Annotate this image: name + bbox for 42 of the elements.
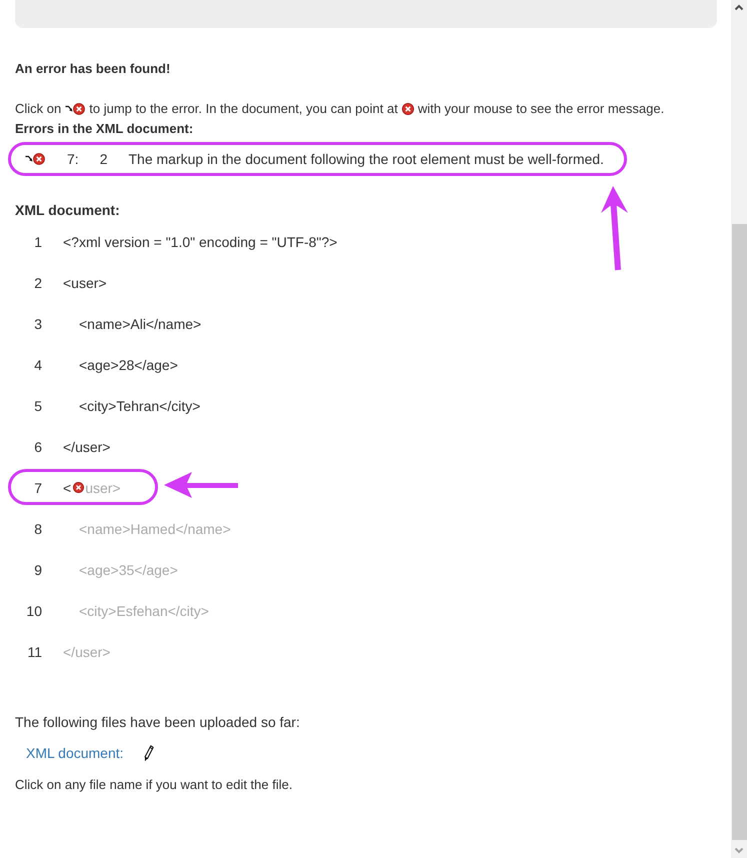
code-text: <name>Hamed</name> bbox=[79, 520, 231, 536]
code-text: <city>Tehran</city> bbox=[79, 398, 200, 414]
error-message: The markup in the document following the root element must be well-formed. bbox=[128, 151, 604, 167]
arrow-error-icon[interactable] bbox=[25, 153, 45, 165]
code-text: <name>Ali</name> bbox=[79, 316, 202, 332]
document-title: XML document: bbox=[15, 202, 121, 218]
code-text: <?xml version = "1.0" encoding = "UTF-8"?> bbox=[63, 234, 338, 250]
uploads-hint: Click on any file name if you want to edit the file. bbox=[15, 777, 294, 792]
line-number: 7 bbox=[33, 480, 42, 496]
line-number: 9 bbox=[33, 562, 42, 578]
code-text: < bbox=[63, 480, 72, 496]
code-text: user> bbox=[85, 480, 121, 496]
code-text: <age>35</age> bbox=[79, 562, 178, 578]
instruction-text: to jump to the error. In the document, you can point at bbox=[89, 101, 398, 116]
error-icon bbox=[402, 102, 414, 114]
line-number: 2 bbox=[33, 274, 42, 290]
scrollbar-thumb[interactable] bbox=[732, 224, 747, 840]
instruction-text: with your mouse to see the error message. bbox=[418, 101, 664, 116]
scrollbar[interactable] bbox=[731, 0, 747, 858]
pencil-icon[interactable] bbox=[144, 744, 154, 762]
code-text: <age>28</age> bbox=[79, 356, 178, 372]
line-number: 1 bbox=[33, 234, 42, 250]
code-text: <user> bbox=[63, 274, 107, 290]
line-number: 10 bbox=[25, 602, 42, 618]
line-number: 5 bbox=[33, 398, 42, 414]
uploads-intro: The following files have been uploaded so far: bbox=[15, 714, 301, 730]
code-text: <city>Esfehan</city> bbox=[79, 602, 209, 618]
line-number: 11 bbox=[26, 644, 42, 660]
error-column: 2 bbox=[100, 151, 108, 167]
instruction-text: Click on bbox=[15, 101, 62, 116]
error-line: 7: bbox=[67, 151, 79, 167]
code-text: </user> bbox=[63, 644, 110, 660]
code-text: </user> bbox=[63, 438, 110, 454]
line-number: 6 bbox=[33, 438, 42, 454]
error-heading: An error has been found! bbox=[15, 61, 172, 76]
line-number: 8 bbox=[33, 520, 42, 536]
errors-title: Errors in the XML document: bbox=[15, 121, 194, 136]
file-link[interactable]: XML document: bbox=[26, 745, 124, 761]
line-number: 3 bbox=[33, 316, 42, 332]
error-icon bbox=[73, 482, 84, 493]
line-number: 4 bbox=[33, 356, 42, 372]
arrow-error-icon bbox=[65, 102, 86, 114]
